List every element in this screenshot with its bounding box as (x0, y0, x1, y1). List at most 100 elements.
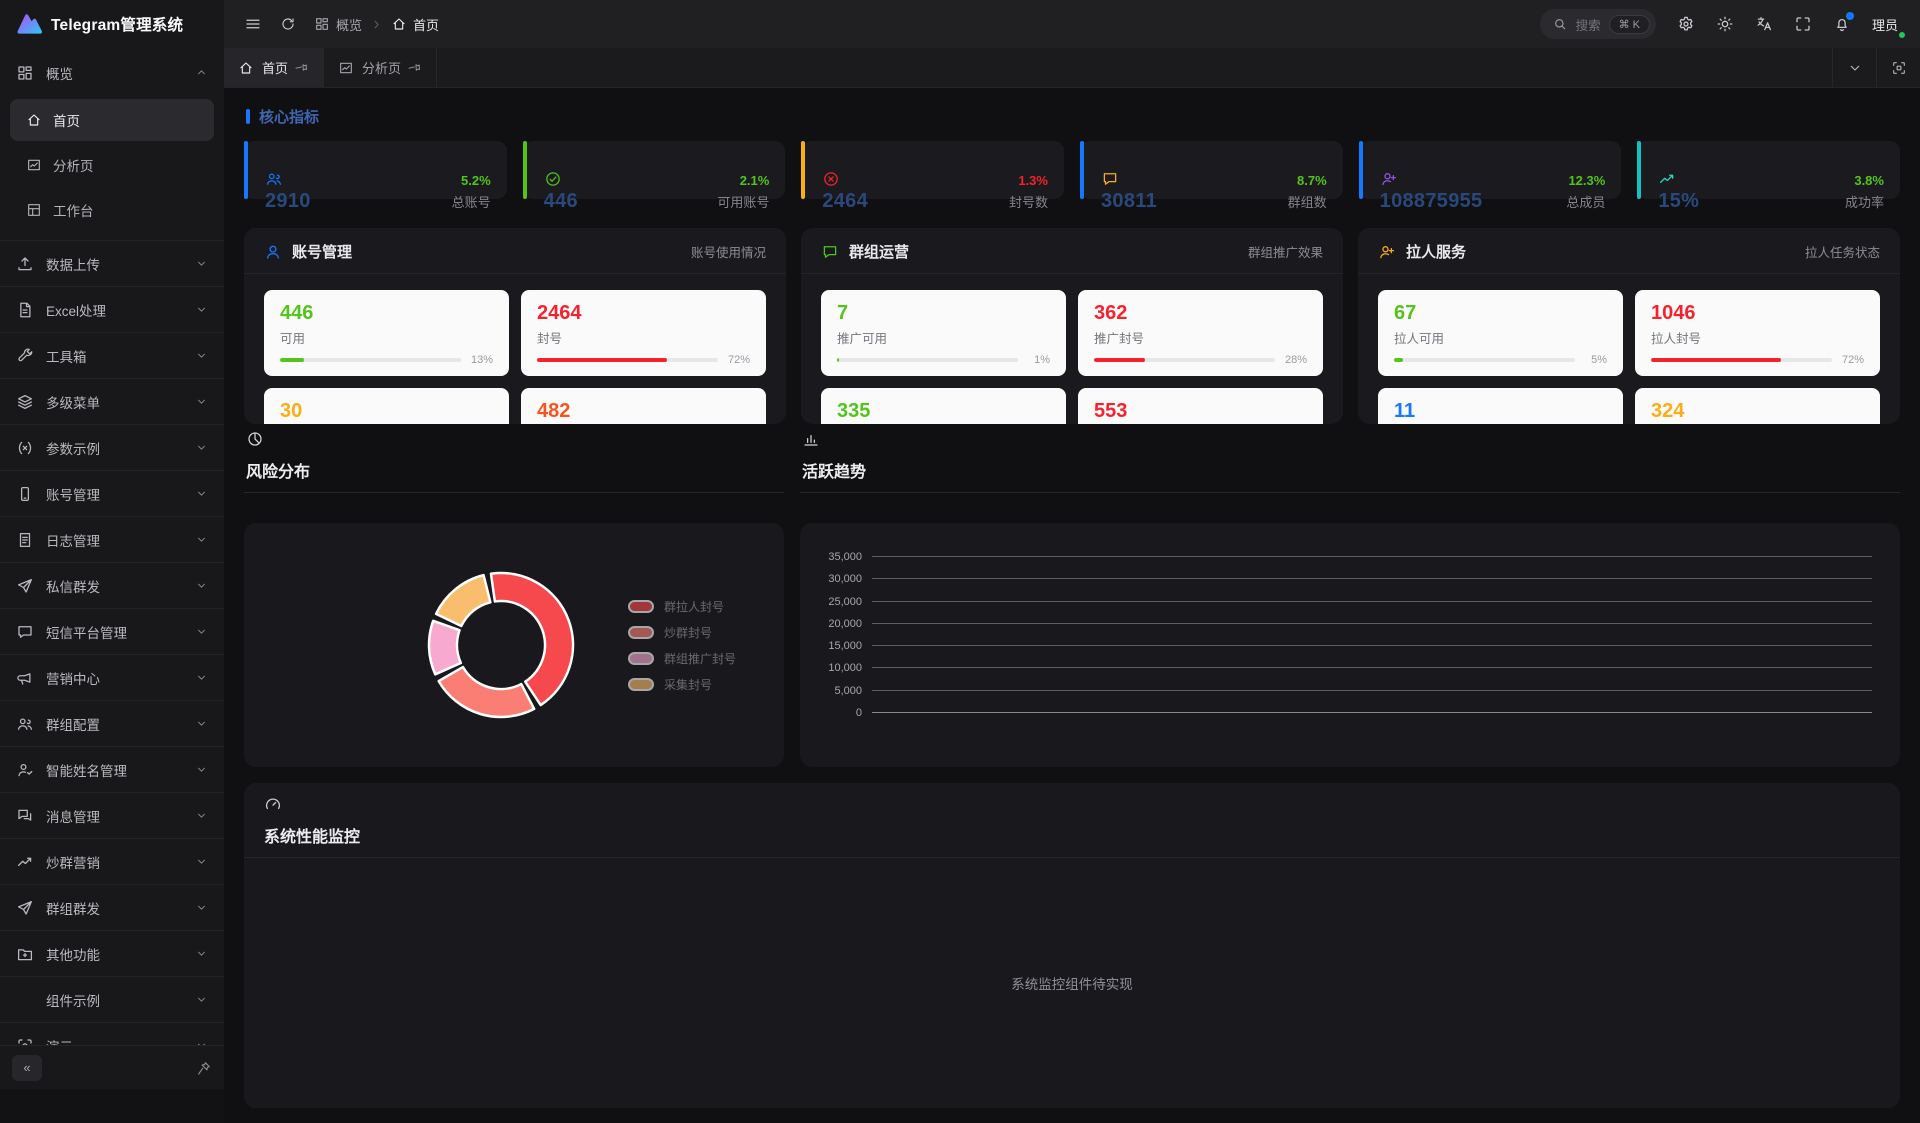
sidebar-item-概览[interactable]: 概览 (0, 51, 224, 94)
metric-trend-pct: 12.3% (1568, 173, 1605, 188)
fullscreen-button[interactable] (1794, 15, 1812, 33)
content-maximize-button[interactable] (1876, 48, 1920, 87)
logo-icon (14, 10, 42, 38)
chev-down-icon (195, 625, 208, 638)
mini-progress-pct: 72% (1840, 354, 1864, 366)
sidebar-item-label: 炒群营销 (46, 852, 183, 872)
system-performance-card: 系统性能监控 系统监控组件待实现 (244, 783, 1900, 1108)
sidebar-item-其他功能[interactable]: 其他功能 (0, 932, 224, 975)
chev-down-icon (195, 901, 208, 914)
management-panels-row: 账号管理账号使用情况446可用13%2464封号72%30482群组运营群组推广… (244, 228, 1900, 424)
pin-icon[interactable] (406, 58, 424, 76)
sidebar-item-账号管理[interactable]: 账号管理 (0, 472, 224, 515)
sidebar-item-首页[interactable]: 首页 (10, 99, 214, 141)
sidebar-block: 演示 (0, 1023, 224, 1045)
gauge-icon (264, 795, 282, 813)
tab-list-dropdown-button[interactable] (1832, 48, 1876, 87)
sidebar-item-数据上传[interactable]: 数据上传 (0, 242, 224, 285)
pie-chart-icon (246, 430, 264, 448)
risk-chart-body: 群拉人封号炒群封号群组推广封号采集封号 (244, 523, 784, 767)
metric-value: 30811 (1101, 190, 1157, 213)
sidebar-item-参数示例[interactable]: 参数示例 (0, 426, 224, 469)
app-logo[interactable]: Telegram管理系统 (0, 0, 224, 48)
sidebar-item-营销中心[interactable]: 营销中心 (0, 656, 224, 699)
sidebar-item-智能姓名管理[interactable]: 智能姓名管理 (0, 748, 224, 791)
sidebar-menu: 概览首页分析页工作台数据上传Excel处理工具箱多级菜单参数示例账号管理日志管理… (0, 48, 224, 1045)
legend-swatch (628, 678, 654, 691)
mini-progress-pct: 1% (1026, 354, 1050, 366)
trend-chart: 05,00010,00015,00020,00025,00030,00035,0… (810, 557, 1872, 713)
sidebar-item-群组群发[interactable]: 群组群发 (0, 886, 224, 929)
sidebar-block: 参数示例 (0, 425, 224, 471)
metric-card-群组数: 8.7%30811群组数 (1080, 141, 1343, 213)
tab-home[interactable]: 首页 (224, 48, 324, 87)
gridline (872, 712, 1872, 713)
mini-progress-row: 5% (1394, 354, 1607, 366)
donut-segment-群组推广封号[interactable] (429, 621, 461, 675)
legend-item-采集封号[interactable]: 采集封号 (628, 676, 736, 693)
notifications-button[interactable] (1833, 15, 1851, 33)
sidebar-collapse-button[interactable]: « (12, 1055, 42, 1081)
sidebar-item-工作台[interactable]: 工作台 (10, 189, 214, 231)
message-square-icon (1101, 170, 1119, 188)
legend-item-群组推广封号[interactable]: 群组推广封号 (628, 650, 736, 667)
sidebar-item-label: 工具箱 (46, 346, 183, 366)
sidebar-item-工具箱[interactable]: 工具箱 (0, 334, 224, 377)
sidebar-item-多级菜单[interactable]: 多级菜单 (0, 380, 224, 423)
donut-segment-群拉人封号[interactable] (491, 573, 573, 705)
donut-segment-炒群封号[interactable] (439, 667, 534, 717)
sidebar-item-组件示例[interactable]: 组件示例 (0, 978, 224, 1021)
legend-item-群拉人封号[interactable]: 群拉人封号 (628, 598, 736, 615)
settings-button[interactable] (1677, 15, 1695, 33)
x-circle-icon (822, 170, 840, 188)
theme-toggle-button[interactable] (1716, 15, 1734, 33)
sidebar-item-消息管理[interactable]: 消息管理 (0, 794, 224, 837)
metric-label: 总成员 (1566, 192, 1605, 211)
sidebar-item-短信平台管理[interactable]: 短信平台管理 (0, 610, 224, 653)
sidebar-block: 群组配置 (0, 701, 224, 747)
chev-down-icon (195, 717, 208, 730)
breadcrumb-item-home[interactable]: 首页 (391, 15, 439, 34)
mini-stat-value: 7 (837, 301, 1050, 325)
language-button[interactable] (1755, 15, 1773, 33)
mini-progress-track (537, 358, 718, 362)
sidebar-item-炒群营销[interactable]: 炒群营销 (0, 840, 224, 883)
chev-down-icon (195, 487, 208, 500)
maximize-icon (1891, 60, 1907, 76)
refresh-button[interactable] (280, 16, 296, 32)
sidebar-pin-icon[interactable] (196, 1060, 212, 1076)
legend-item-炒群封号[interactable]: 炒群封号 (628, 624, 736, 641)
sidebar-item-Excel处理[interactable]: Excel处理 (0, 288, 224, 331)
mini-stat-value: 30 (280, 399, 493, 423)
mini-stat-card: 11 (1378, 388, 1623, 424)
tab-analysis[interactable]: 分析页 (324, 48, 437, 87)
search-input[interactable]: 搜索 ⌘ K (1540, 9, 1656, 39)
sidebar-item-群组配置[interactable]: 群组配置 (0, 702, 224, 745)
sidebar-item-演示[interactable]: 演示 (0, 1024, 224, 1045)
pin-icon[interactable] (293, 58, 311, 76)
sidebar-submenu: 首页分析页工作台 (0, 94, 224, 239)
sidebar-item-label: 群组群发 (46, 898, 183, 918)
metric-label: 总账号 (452, 192, 491, 211)
mini-progress-fill (280, 358, 304, 362)
mini-stat-card: 67拉人可用5% (1378, 290, 1623, 376)
mini-progress-pct: 13% (469, 354, 493, 366)
metric-value: 446 (544, 190, 578, 213)
chev-down-icon (195, 257, 208, 270)
breadcrumb-item-overview[interactable]: 概览 (314, 15, 362, 34)
sidebar-item-日志管理[interactable]: 日志管理 (0, 518, 224, 561)
gridline (872, 645, 1872, 646)
menu-toggle-button[interactable] (244, 15, 262, 33)
mini-progress-fill (1094, 358, 1145, 362)
mini-progress-pct: 5% (1583, 354, 1607, 366)
panel-title: 拉人服务 (1406, 241, 1795, 262)
risk-card-header: 风险分布 (244, 428, 784, 493)
legend-label: 炒群封号 (664, 624, 712, 641)
metric-value: 15% (1658, 190, 1699, 213)
legend-swatch (628, 600, 654, 613)
donut-segment-采集封号[interactable] (436, 575, 490, 626)
sidebar-item-私信群发[interactable]: 私信群发 (0, 564, 224, 607)
breadcrumb-label: 概览 (336, 15, 362, 34)
user-menu[interactable]: 理员 (1872, 15, 1902, 34)
sidebar-item-分析页[interactable]: 分析页 (10, 144, 214, 186)
